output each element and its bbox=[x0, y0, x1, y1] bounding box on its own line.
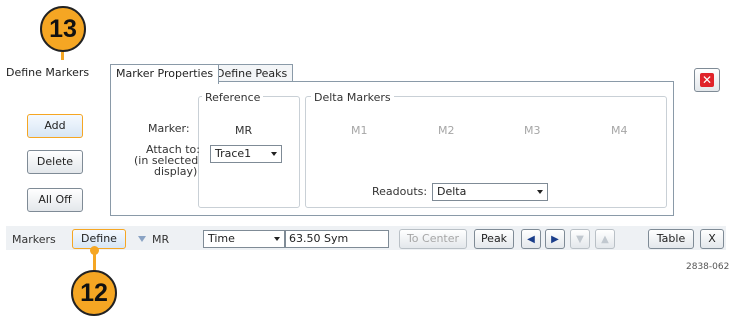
callout-13: 13 bbox=[40, 6, 86, 52]
readouts-value: Delta bbox=[437, 185, 467, 198]
attach-label-3: display) bbox=[154, 165, 198, 178]
attach-to-value: Trace1 bbox=[215, 147, 252, 160]
arrow-down-button[interactable]: ▼ bbox=[570, 229, 590, 249]
marker-triangle-icon bbox=[138, 236, 146, 242]
chevron-down-icon bbox=[274, 237, 280, 241]
arrow-right-icon: ▶ bbox=[551, 233, 559, 245]
tab-marker-properties[interactable]: Marker Properties bbox=[110, 64, 220, 84]
delta-marker-m4: M4 bbox=[611, 124, 628, 137]
peak-button[interactable]: Peak bbox=[474, 229, 514, 249]
define-button[interactable]: Define bbox=[72, 229, 126, 249]
delete-button[interactable]: Delete bbox=[27, 150, 83, 174]
x-button[interactable]: X bbox=[700, 229, 724, 249]
arrow-up-button[interactable]: ▲ bbox=[595, 229, 615, 249]
arrow-down-icon: ▼ bbox=[576, 233, 584, 245]
selected-marker: MR bbox=[152, 233, 170, 246]
figure-id: 2838-062 bbox=[686, 262, 730, 272]
callout-12-leader bbox=[93, 250, 96, 272]
to-center-button[interactable]: To Center bbox=[399, 229, 467, 249]
marker-label: Marker: bbox=[148, 122, 190, 135]
readouts-select[interactable]: Delta bbox=[432, 183, 548, 201]
marker-axis-select[interactable]: Time bbox=[203, 230, 285, 248]
arrow-left-icon: ◀ bbox=[527, 233, 535, 245]
arrow-left-button[interactable]: ◀ bbox=[521, 229, 541, 249]
reference-title: Reference bbox=[202, 91, 264, 104]
delta-marker-m1: M1 bbox=[351, 124, 368, 137]
close-button[interactable]: ✕ bbox=[694, 68, 720, 92]
delta-marker-m2: M2 bbox=[438, 124, 455, 137]
all-off-button[interactable]: All Off bbox=[27, 188, 83, 212]
markers-label: Markers bbox=[12, 233, 56, 246]
attach-to-select[interactable]: Trace1 bbox=[210, 145, 282, 163]
chevron-down-icon bbox=[537, 190, 543, 194]
arrow-up-icon: ▲ bbox=[601, 233, 609, 245]
table-button[interactable]: Table bbox=[648, 229, 694, 249]
delta-markers-title: Delta Markers bbox=[311, 91, 394, 104]
tab-define-peaks[interactable]: Define Peaks bbox=[210, 64, 294, 82]
arrow-right-button[interactable]: ▶ bbox=[545, 229, 565, 249]
add-button[interactable]: Add bbox=[27, 114, 83, 138]
marker-position-input[interactable]: 63.50 Sym bbox=[285, 230, 389, 248]
marker-axis-value: Time bbox=[208, 232, 235, 245]
panel-title: Define Markers bbox=[6, 66, 90, 79]
delta-marker-m3: M3 bbox=[524, 124, 541, 137]
close-icon: ✕ bbox=[700, 73, 714, 87]
marker-value: MR bbox=[235, 124, 253, 137]
readouts-label: Readouts: bbox=[372, 185, 428, 198]
chevron-down-icon bbox=[271, 152, 277, 156]
callout-12: 12 bbox=[71, 270, 117, 316]
